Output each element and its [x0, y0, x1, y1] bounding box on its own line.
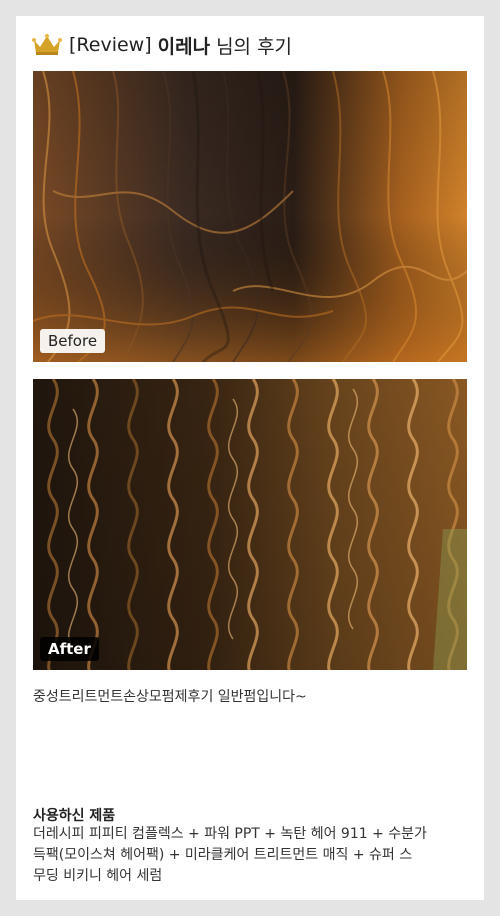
title-suffix: 님의 후기 [216, 35, 293, 58]
products-title: 사용하신 제품 [33, 808, 116, 824]
before-hair-image [33, 71, 467, 362]
before-label: Before [40, 329, 106, 353]
before-photo: Before [33, 71, 467, 362]
crown-icon [32, 34, 62, 55]
after-photo: After [33, 379, 467, 670]
review-title: [Review] 이레나 님의 후기 [32, 32, 292, 58]
review-card: [Review] 이레나 님의 후기 Before After 중성트리트먼트손… [16, 16, 484, 900]
review-tag-text: [Review] [69, 34, 152, 56]
reviewer-name: 이레나 [157, 35, 211, 58]
after-label: After [40, 637, 99, 661]
products-list: 더레시피 피피티 컴플렉스 + 파워 PPT + 녹탄 헤어 911 + 수분가… [33, 826, 427, 884]
review-text: 중성트리트먼트손상모펌제후기 일반펌입니다~ [33, 689, 307, 705]
after-hair-image [33, 379, 467, 670]
